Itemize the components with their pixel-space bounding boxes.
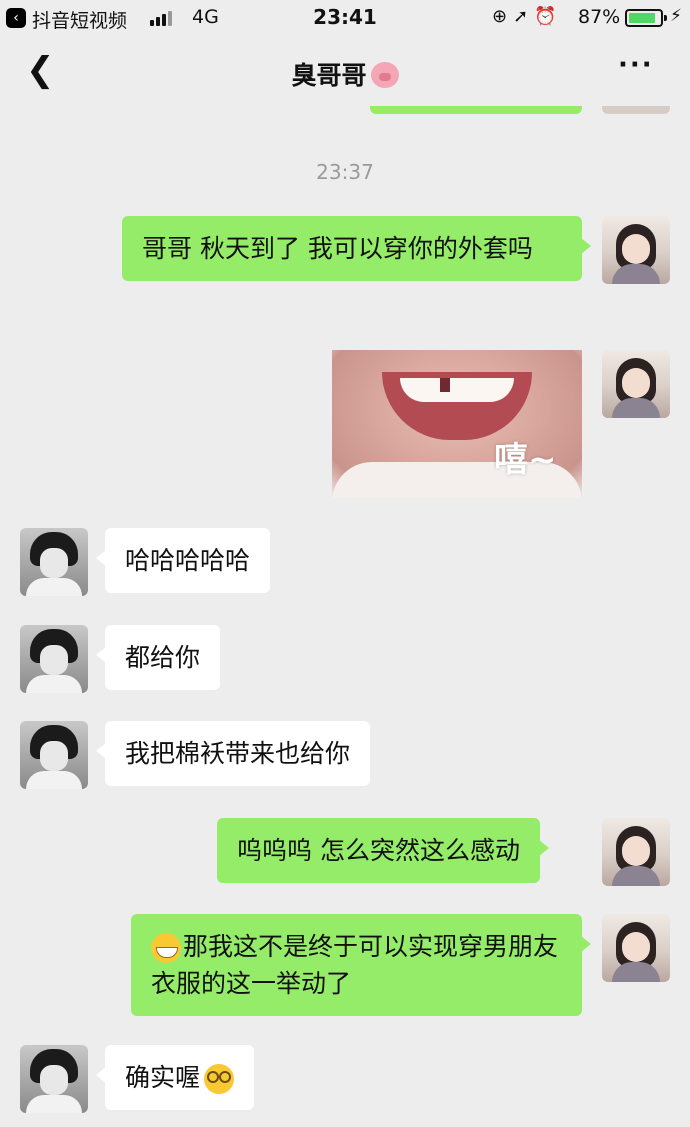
my-message-bubble[interactable]: 呜呜呜 怎么突然这么感动 [217, 818, 549, 883]
message-text: 呜呜呜 怎么突然这么感动 [237, 836, 520, 865]
contact-message-bubble[interactable]: 都给你 [95, 625, 221, 690]
pig-face-icon [370, 62, 399, 88]
my-avatar[interactable] [602, 216, 670, 284]
chat-header: ❮ 臭哥哥 ··· [0, 36, 690, 106]
my-avatar[interactable] [602, 350, 670, 418]
battery-percent: 87% [578, 6, 621, 28]
contact-avatar[interactable] [20, 625, 88, 693]
battery-fill [629, 13, 656, 23]
status-bar: ‹ 抖音短视频 4G 23:41 ⊕➚⏰ 87% ⚡ [0, 0, 690, 36]
my-avatar[interactable] [602, 914, 670, 982]
message-timestamp: 23:37 [316, 160, 374, 184]
message-text: 那我这不是终于可以实现穿男朋友衣服的这一举动了 [151, 932, 559, 998]
status-icons: ⊕➚⏰ [492, 6, 563, 27]
contact-avatar[interactable] [20, 721, 88, 789]
message-text: 我把棉袄带来也给你 [125, 739, 351, 768]
message-text: 哈哈哈哈哈 [125, 546, 251, 575]
image-caption: 嘻~ [494, 440, 557, 480]
rotation-lock-icon: ⊕ [492, 6, 514, 27]
contact-message-bubble[interactable]: 我把棉袄带来也给你 [95, 721, 371, 786]
contact-message-bubble[interactable]: 确实喔 [95, 1045, 255, 1110]
contact-avatar[interactable] [20, 528, 88, 596]
message-text: 都给你 [125, 643, 201, 672]
my-avatar[interactable] [602, 818, 670, 886]
chat-title: 臭哥哥 [0, 56, 690, 92]
more-options-icon[interactable]: ··· [618, 50, 654, 80]
nerd-face-icon [204, 1064, 235, 1094]
alarm-icon: ⏰ [534, 6, 563, 27]
grinning-face-icon [151, 933, 181, 963]
charging-icon: ⚡ [670, 6, 682, 26]
message-text: 哥哥 秋天到了 我可以穿你的外套吗 [142, 234, 533, 263]
my-message-bubble[interactable]: 哥哥 秋天到了 我可以穿你的外套吗 [122, 216, 591, 281]
contact-message-bubble[interactable]: 哈哈哈哈哈 [95, 528, 271, 593]
contact-avatar[interactable] [20, 1045, 88, 1113]
message-text: 确实喔 [125, 1063, 201, 1092]
battery-icon [625, 9, 667, 27]
location-icon: ➚ [513, 6, 535, 27]
chat-title-text: 臭哥哥 [291, 61, 367, 90]
my-message-bubble[interactable]: 那我这不是终于可以实现穿男朋友衣服的这一举动了 [131, 914, 591, 1016]
image-message[interactable]: 嘻~ [332, 350, 582, 498]
